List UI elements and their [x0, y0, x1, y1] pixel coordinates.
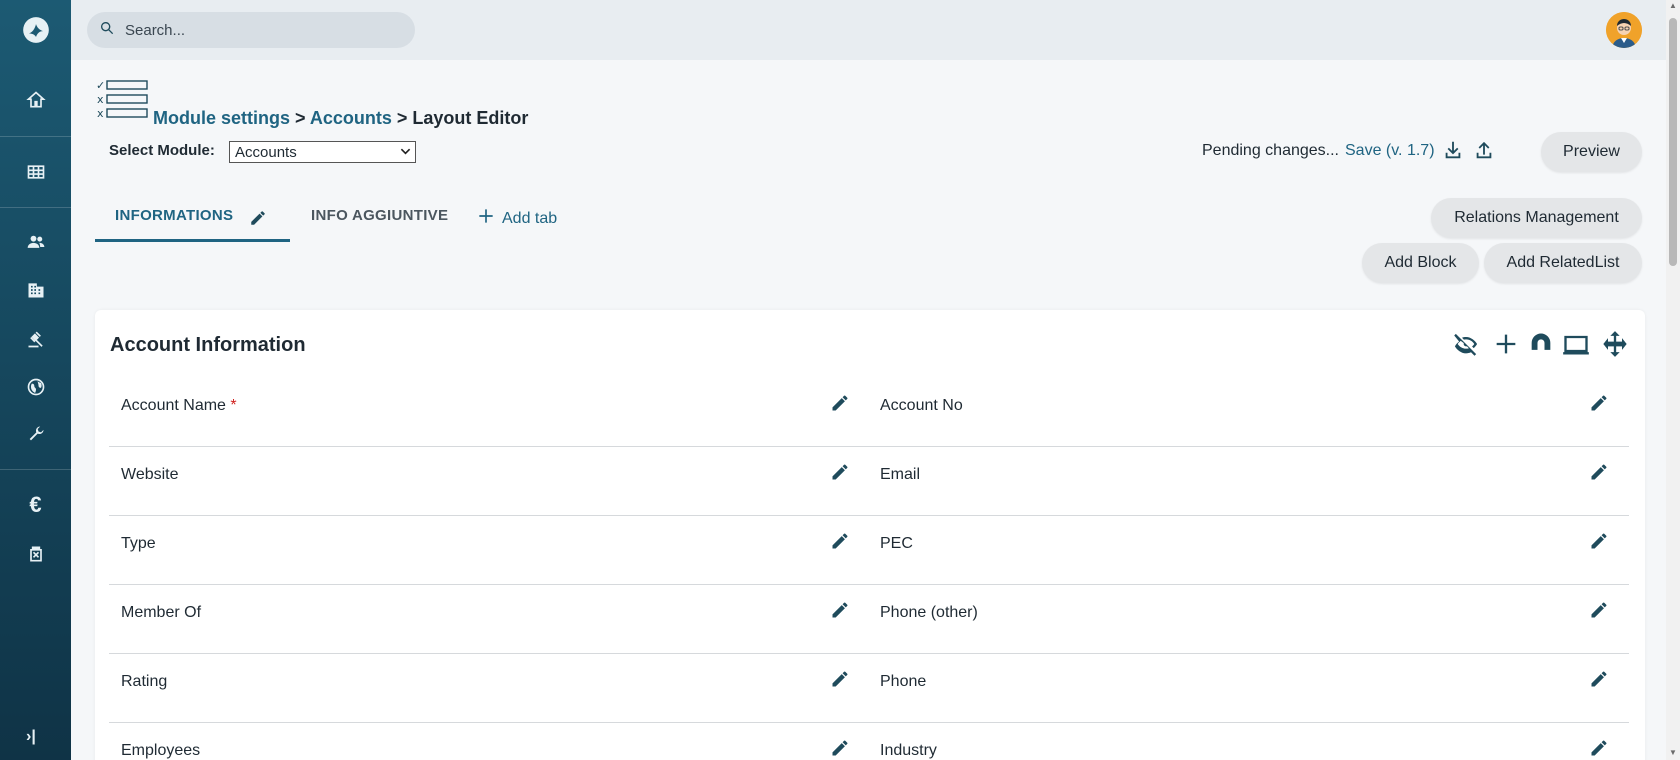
collapse-sidebar-icon[interactable]: ›|: [26, 728, 46, 748]
edit-field-icon[interactable]: [830, 600, 850, 620]
module-settings-icon: ✓ x x: [96, 79, 150, 121]
field-name-right-4[interactable]: Phone: [880, 673, 926, 691]
breadcrumb-accounts[interactable]: Accounts: [310, 108, 392, 128]
magnet-icon[interactable]: [1527, 330, 1555, 358]
edit-field-icon[interactable]: [830, 393, 850, 413]
sidebar-divider: [0, 207, 71, 208]
pending-changes-text: Pending changes...: [1202, 142, 1339, 159]
edit-tab-icon[interactable]: [249, 209, 267, 227]
field-name-left-4[interactable]: Rating: [121, 673, 167, 691]
edit-field-icon[interactable]: [1589, 738, 1609, 758]
edit-field-icon[interactable]: [830, 462, 850, 482]
euro-icon[interactable]: €: [0, 485, 71, 525]
row-divider: [109, 653, 1629, 654]
scroll-up-icon[interactable]: ▲: [1669, 2, 1677, 10]
sidebar-divider: [0, 136, 71, 137]
breadcrumb-separator: >: [391, 108, 413, 128]
module-select[interactable]: Accounts: [229, 141, 416, 163]
field-label[interactable]: Account Name *: [121, 397, 237, 415]
edit-field-icon[interactable]: [1589, 600, 1609, 620]
save-link[interactable]: Save (v. 1.7): [1345, 142, 1435, 160]
row-divider: [109, 584, 1629, 585]
sidebar: € ›|: [0, 0, 71, 760]
edit-field-icon[interactable]: [830, 738, 850, 758]
block-title: Account Information: [110, 334, 306, 356]
wrench-icon[interactable]: [0, 414, 71, 454]
required-marker: *: [230, 397, 237, 414]
field-name-right-5[interactable]: Industry: [880, 742, 937, 760]
module-select-value: Accounts: [235, 143, 297, 161]
upload-icon[interactable]: [1473, 139, 1495, 161]
tab-informations[interactable]: INFORMATIONS: [115, 207, 233, 224]
edit-field-icon[interactable]: [830, 531, 850, 551]
add-relatedlist-button[interactable]: Add RelatedList: [1484, 243, 1642, 283]
add-field-icon[interactable]: [1492, 330, 1520, 358]
preview-button[interactable]: Preview: [1541, 132, 1642, 172]
contacts-icon[interactable]: [0, 222, 71, 262]
user-avatar[interactable]: [1606, 12, 1642, 48]
field-name-left-5[interactable]: Employees: [121, 742, 200, 760]
chevron-down-icon: [400, 144, 411, 161]
edit-field-icon[interactable]: [1589, 462, 1609, 482]
svg-text:x: x: [97, 107, 104, 120]
add-block-button[interactable]: Add Block: [1362, 243, 1479, 283]
add-tab-button[interactable]: Add tab: [476, 206, 557, 231]
tab-info-aggiuntive[interactable]: INFO AGGIUNTIVE: [311, 207, 448, 224]
row-divider: [109, 722, 1629, 723]
active-tab-indicator: [95, 239, 290, 242]
breadcrumb: Module settings > Accounts > Layout Edit…: [153, 108, 528, 129]
field-name-right-3[interactable]: Phone (other): [880, 604, 978, 622]
gavel-icon[interactable]: [0, 319, 71, 359]
field-name-left-0: Account Name: [121, 397, 226, 414]
search-box: [87, 12, 415, 48]
add-tab-label: Add tab: [502, 209, 558, 227]
field-name-left-2[interactable]: Type: [121, 535, 156, 553]
logo-icon[interactable]: [0, 10, 71, 50]
download-icon[interactable]: [1442, 139, 1464, 161]
globe-icon[interactable]: [0, 367, 71, 407]
select-module-label: Select Module:: [109, 142, 215, 159]
home-icon[interactable]: [0, 80, 71, 120]
row-divider: [109, 446, 1629, 447]
edit-field-icon[interactable]: [1589, 393, 1609, 413]
row-divider: [109, 515, 1629, 516]
svg-text:x: x: [97, 93, 104, 106]
svg-text:✓: ✓: [96, 79, 105, 92]
relations-management-button[interactable]: Relations Management: [1431, 198, 1642, 238]
field-name-left-3[interactable]: Member Of: [121, 604, 201, 622]
breadcrumb-layout-editor: Layout Editor: [412, 108, 529, 128]
field-name-right-0[interactable]: Account No: [880, 397, 963, 415]
page-scrollbar[interactable]: ▲ ▼: [1666, 0, 1680, 760]
eye-off-icon[interactable]: [1452, 330, 1480, 358]
top-bar: [71, 0, 1666, 60]
scroll-thumb[interactable]: [1669, 18, 1677, 266]
plus-icon: [476, 206, 502, 231]
layout-icon[interactable]: [1562, 330, 1590, 358]
field-name-left-1[interactable]: Website: [121, 466, 179, 484]
sidebar-divider: [0, 469, 71, 470]
scroll-down-icon[interactable]: ▼: [1669, 749, 1677, 757]
trash-icon[interactable]: [0, 534, 71, 574]
search-input[interactable]: [125, 21, 405, 39]
breadcrumb-separator: >: [290, 108, 310, 128]
edit-field-icon[interactable]: [830, 669, 850, 689]
grid-icon[interactable]: [0, 152, 71, 192]
field-name-right-1[interactable]: Email: [880, 466, 920, 484]
search-icon: [99, 20, 115, 41]
edit-field-icon[interactable]: [1589, 531, 1609, 551]
field-name-right-2[interactable]: PEC: [880, 535, 913, 553]
building-icon[interactable]: [0, 270, 71, 310]
edit-field-icon[interactable]: [1589, 669, 1609, 689]
block-card: [95, 310, 1645, 760]
move-icon[interactable]: [1601, 330, 1629, 358]
breadcrumb-module-settings[interactable]: Module settings: [153, 108, 290, 128]
